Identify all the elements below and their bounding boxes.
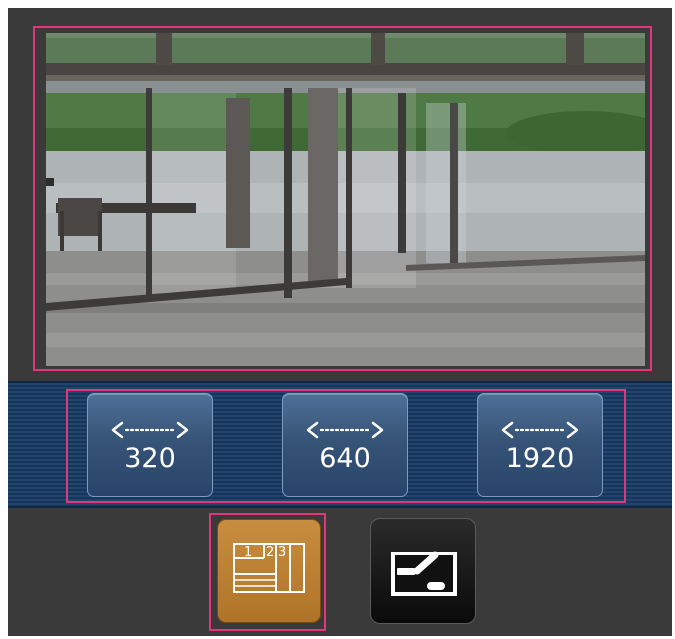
multi-screen-button[interactable]: 1 2 3 — [217, 519, 321, 623]
screen-number-3: 3 — [278, 545, 286, 560]
horizontal-resize-arrows-icon — [501, 421, 579, 439]
horizontal-resize-arrows-icon — [306, 421, 384, 439]
multi-screen-icon: 1 2 3 — [233, 543, 305, 593]
resolution-640-button[interactable]: 640 — [282, 393, 408, 497]
resolution-1920-label: 1920 — [505, 443, 575, 474]
screen-number-2: 2 — [266, 545, 274, 560]
setup-slider-icon — [391, 551, 457, 596]
resolution-1920-button[interactable]: 1920 — [477, 393, 603, 497]
resolution-320-button[interactable]: 320 — [87, 393, 213, 497]
horizontal-resize-arrows-icon — [111, 421, 189, 439]
resolution-320-label: 320 — [124, 443, 176, 474]
camera-image — [46, 33, 645, 366]
resolution-640-label: 640 — [319, 443, 371, 474]
setup-button[interactable] — [370, 518, 476, 624]
screen-number-1: 1 — [244, 545, 252, 560]
